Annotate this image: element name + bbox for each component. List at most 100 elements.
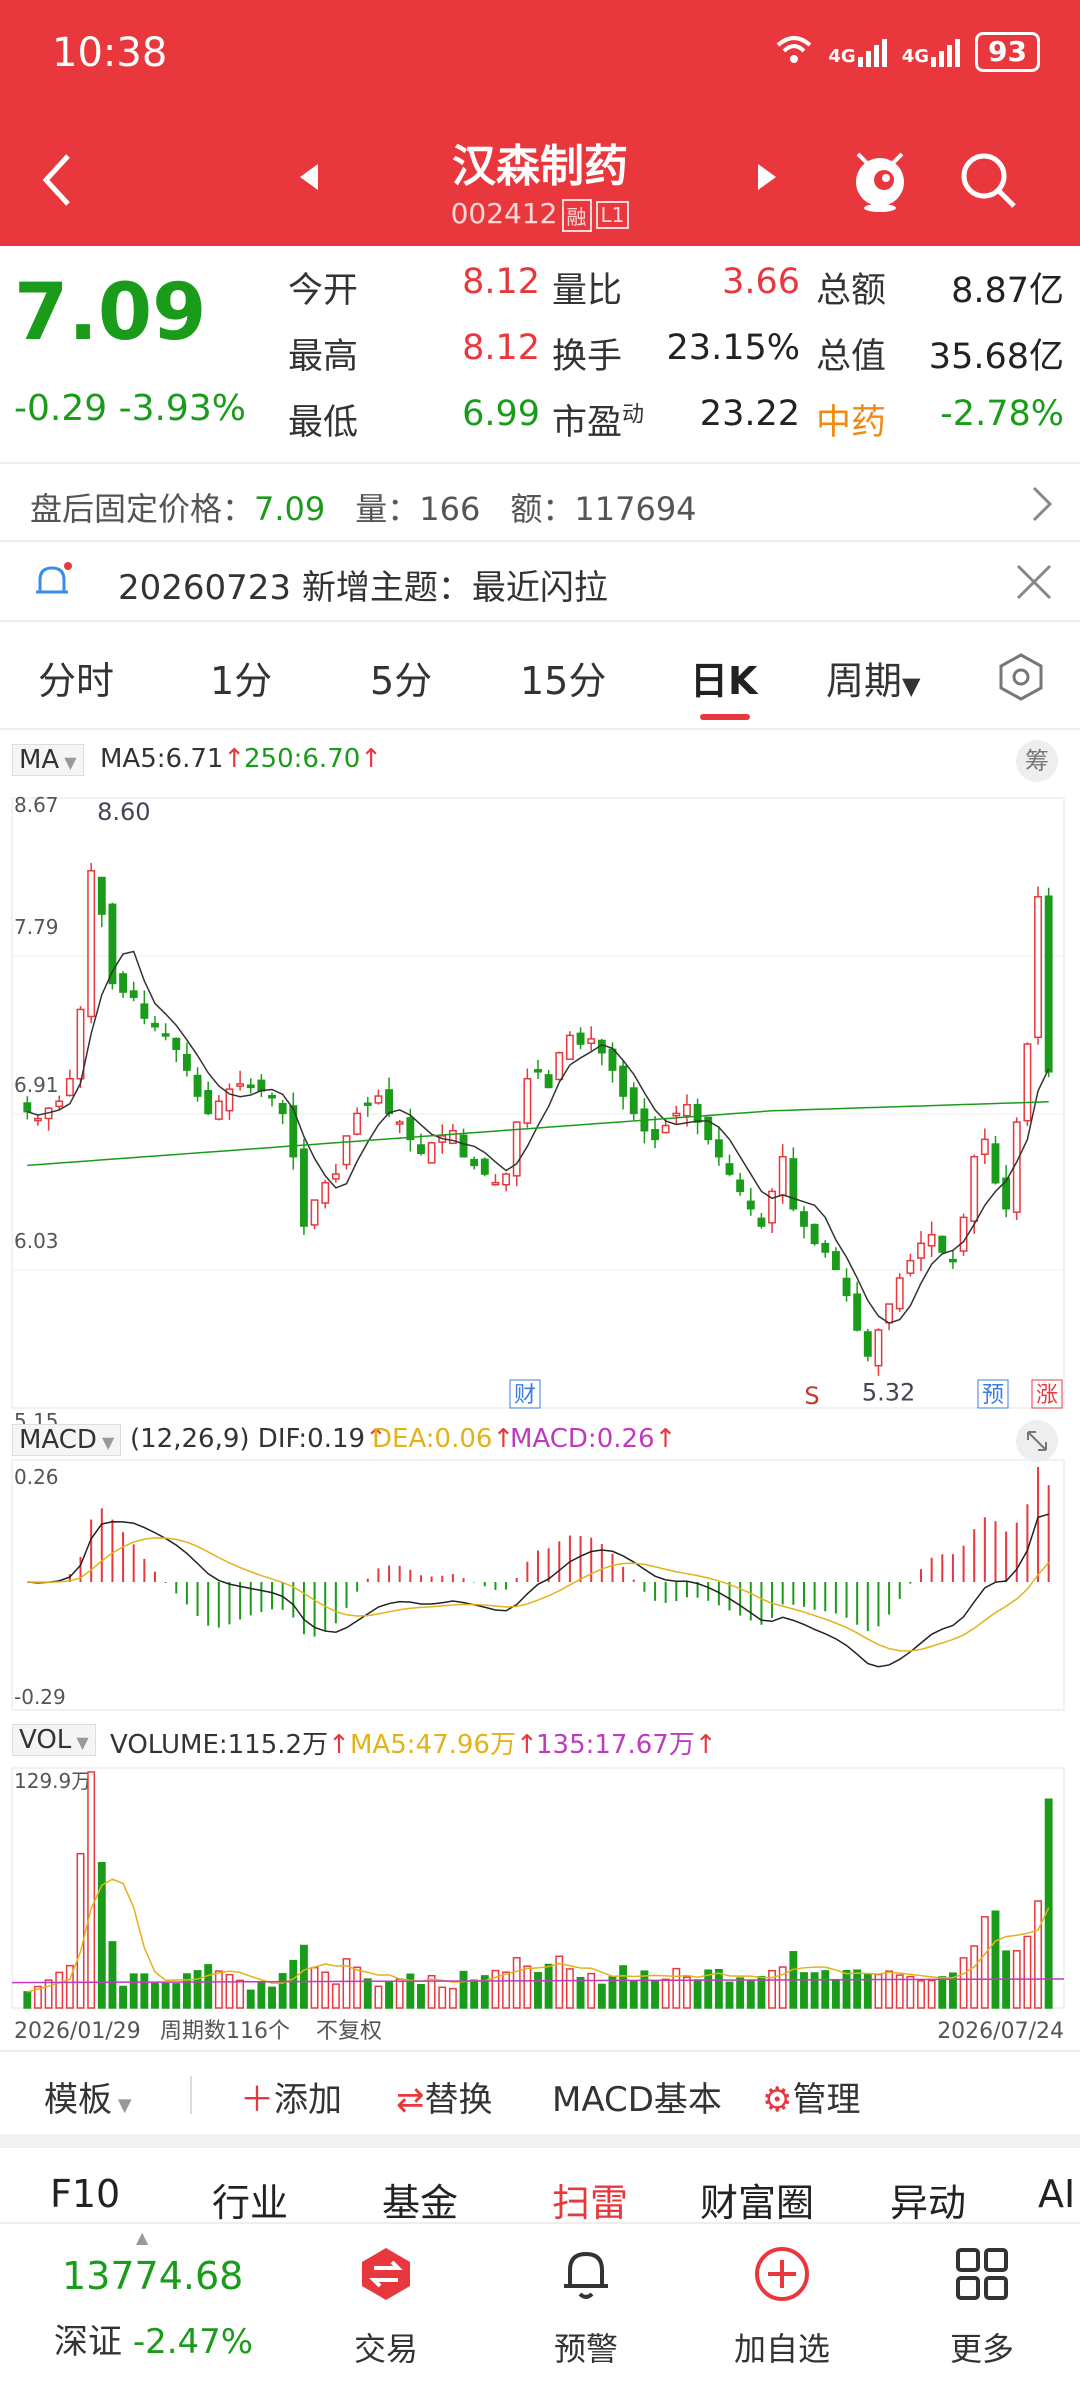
macd-params: (12,26,9) DIF:0.19↑: [130, 1424, 387, 1454]
close-icon[interactable]: [1014, 562, 1054, 611]
after-hours-price-bar[interactable]: 盘后固定价格：7.09 量：166 额：117694: [0, 462, 1080, 542]
volume-bar: [55, 1971, 64, 2009]
nav-more[interactable]: 更多: [912, 2324, 1052, 2370]
volume-bar: [821, 1970, 830, 2009]
candle-body: [725, 1163, 734, 1175]
sector-label[interactable]: 中药: [816, 394, 886, 445]
tab-risk-scan[interactable]: 扫雷: [552, 2172, 628, 2227]
marker-cai: 财: [514, 1383, 536, 1408]
candle-body: [470, 1158, 479, 1167]
tab-unusual[interactable]: 异动: [890, 2172, 966, 2227]
candle-body: [1044, 895, 1053, 1073]
nav-alert[interactable]: 预警: [516, 2324, 656, 2370]
date-start: 2026/01/29: [14, 2019, 141, 2044]
volume-bar: [991, 1910, 1000, 2009]
active-tab-indicator: [700, 714, 750, 720]
marker-s: S: [804, 1382, 819, 1410]
volume-bar: [119, 1985, 128, 2009]
candle-body: [204, 1089, 213, 1115]
volume-bar: [470, 1979, 479, 2009]
volume-bar: [246, 1989, 255, 2009]
volume-bar: [448, 1987, 457, 2009]
volume-bar: [672, 1967, 681, 2009]
volume-bar: [980, 1916, 989, 2009]
tab-ai[interactable]: AI: [1038, 2172, 1075, 2216]
turnover-value: 23.15%: [666, 328, 800, 368]
tab-wealth-circle[interactable]: 财富圈: [700, 2172, 814, 2227]
volume-bar: [725, 1981, 734, 2009]
battery-indicator: 93: [975, 32, 1040, 72]
volume-bar: [970, 1945, 979, 2009]
vol-ma5-legend: MA5:47.96万↑: [350, 1730, 538, 1760]
settings-hexagon-icon[interactable]: [996, 652, 1046, 706]
tab-daily-k[interactable]: 日K: [690, 650, 757, 705]
chip-distribution-button[interactable]: 筹: [1016, 740, 1058, 782]
candle-body: [87, 870, 96, 1018]
volume-bar: [417, 1983, 425, 2009]
template-button[interactable]: 模板 ▼: [44, 2072, 132, 2121]
candle-body: [310, 1199, 319, 1226]
candle-body: [831, 1251, 840, 1271]
volume-bar: [597, 1983, 606, 2009]
volume-bar: [193, 1970, 202, 2009]
expand-icon[interactable]: [1016, 1420, 1058, 1462]
volume-bar: [576, 1976, 585, 2009]
candle-body: [619, 1065, 628, 1097]
add-circle-icon[interactable]: [752, 2244, 812, 2304]
nav-add-watchlist[interactable]: 加自选: [712, 2324, 852, 2370]
candle-body: [927, 1233, 936, 1247]
replace-indicator-button[interactable]: ⇄替换: [396, 2072, 493, 2121]
divider: [190, 2076, 192, 2114]
candle-body: [278, 1102, 287, 1115]
tab-15min[interactable]: 15分: [520, 650, 606, 705]
ma5-legend: MA5:6.71↑: [100, 744, 246, 774]
nav-trade[interactable]: 交易: [316, 2324, 456, 2370]
candle-body: [991, 1143, 1000, 1184]
tab-f10[interactable]: F10: [50, 2172, 120, 2216]
marker-yu: 预: [982, 1383, 1004, 1408]
vol-indicator-select[interactable]: VOL ▼: [12, 1724, 96, 1756]
tab-1min[interactable]: 1分: [210, 650, 272, 705]
search-button[interactable]: [956, 148, 1020, 212]
after-hours-price: 7.09: [254, 490, 326, 528]
candle-body: [778, 1155, 787, 1197]
assistant-button[interactable]: [848, 146, 912, 212]
macd-basic-button[interactable]: MACD基本: [552, 2072, 722, 2121]
theme-notice-bar[interactable]: 20260723 新增主题：最近闪拉: [0, 542, 1080, 622]
index-row[interactable]: 深证 -2.47%: [54, 2314, 253, 2363]
tab-5min[interactable]: 5分: [370, 650, 432, 705]
axis-label: 7.79: [14, 915, 59, 939]
add-indicator-button[interactable]: ＋添加: [240, 2072, 342, 2121]
bell-icon[interactable]: [556, 2244, 616, 2304]
volume-bar: [810, 1972, 819, 2009]
volume-bar: [736, 1977, 745, 2009]
amount-label: 总额: [816, 271, 887, 311]
volume-bar: [502, 1971, 511, 2009]
axis-label: 6.03: [14, 1229, 59, 1253]
volume-bar: [214, 1970, 223, 2009]
search-icon: [961, 153, 1016, 208]
volume-bar: [459, 1970, 468, 2009]
next-stock-button[interactable]: [756, 162, 780, 192]
tab-funds[interactable]: 基金: [382, 2172, 458, 2227]
candle-body: [980, 1138, 989, 1155]
tab-timeshare[interactable]: 分时: [38, 650, 114, 705]
volume-bar: [278, 1973, 287, 2009]
candle-body: [906, 1259, 915, 1274]
kline-chart-area[interactable]: 8.677.796.916.035.158.605.32财 S 预涨0.26-0.2…: [0, 780, 1080, 2050]
macd-indicator-select[interactable]: MACD ▼: [12, 1424, 122, 1456]
ma-indicator-select[interactable]: MA ▼: [12, 744, 84, 776]
candle-body: [863, 1331, 872, 1357]
grid-icon[interactable]: [952, 2244, 1012, 2304]
trade-icon[interactable]: [356, 2244, 416, 2304]
candle-body: [23, 1102, 32, 1113]
candle-body: [417, 1144, 425, 1155]
indicator-toolbar: 模板 ▼ ＋添加 ⇄替换 MACD基本 ⚙管理: [0, 2050, 1080, 2134]
candle-body: [917, 1242, 925, 1259]
tab-period[interactable]: 周期▼: [826, 650, 920, 705]
volume-bar: [523, 1965, 532, 2009]
manage-indicator-button[interactable]: ⚙管理: [762, 2072, 860, 2121]
tab-industry[interactable]: 行业: [212, 2172, 288, 2227]
candle-body: [321, 1181, 330, 1204]
index-value[interactable]: 13774.68: [62, 2254, 243, 2298]
